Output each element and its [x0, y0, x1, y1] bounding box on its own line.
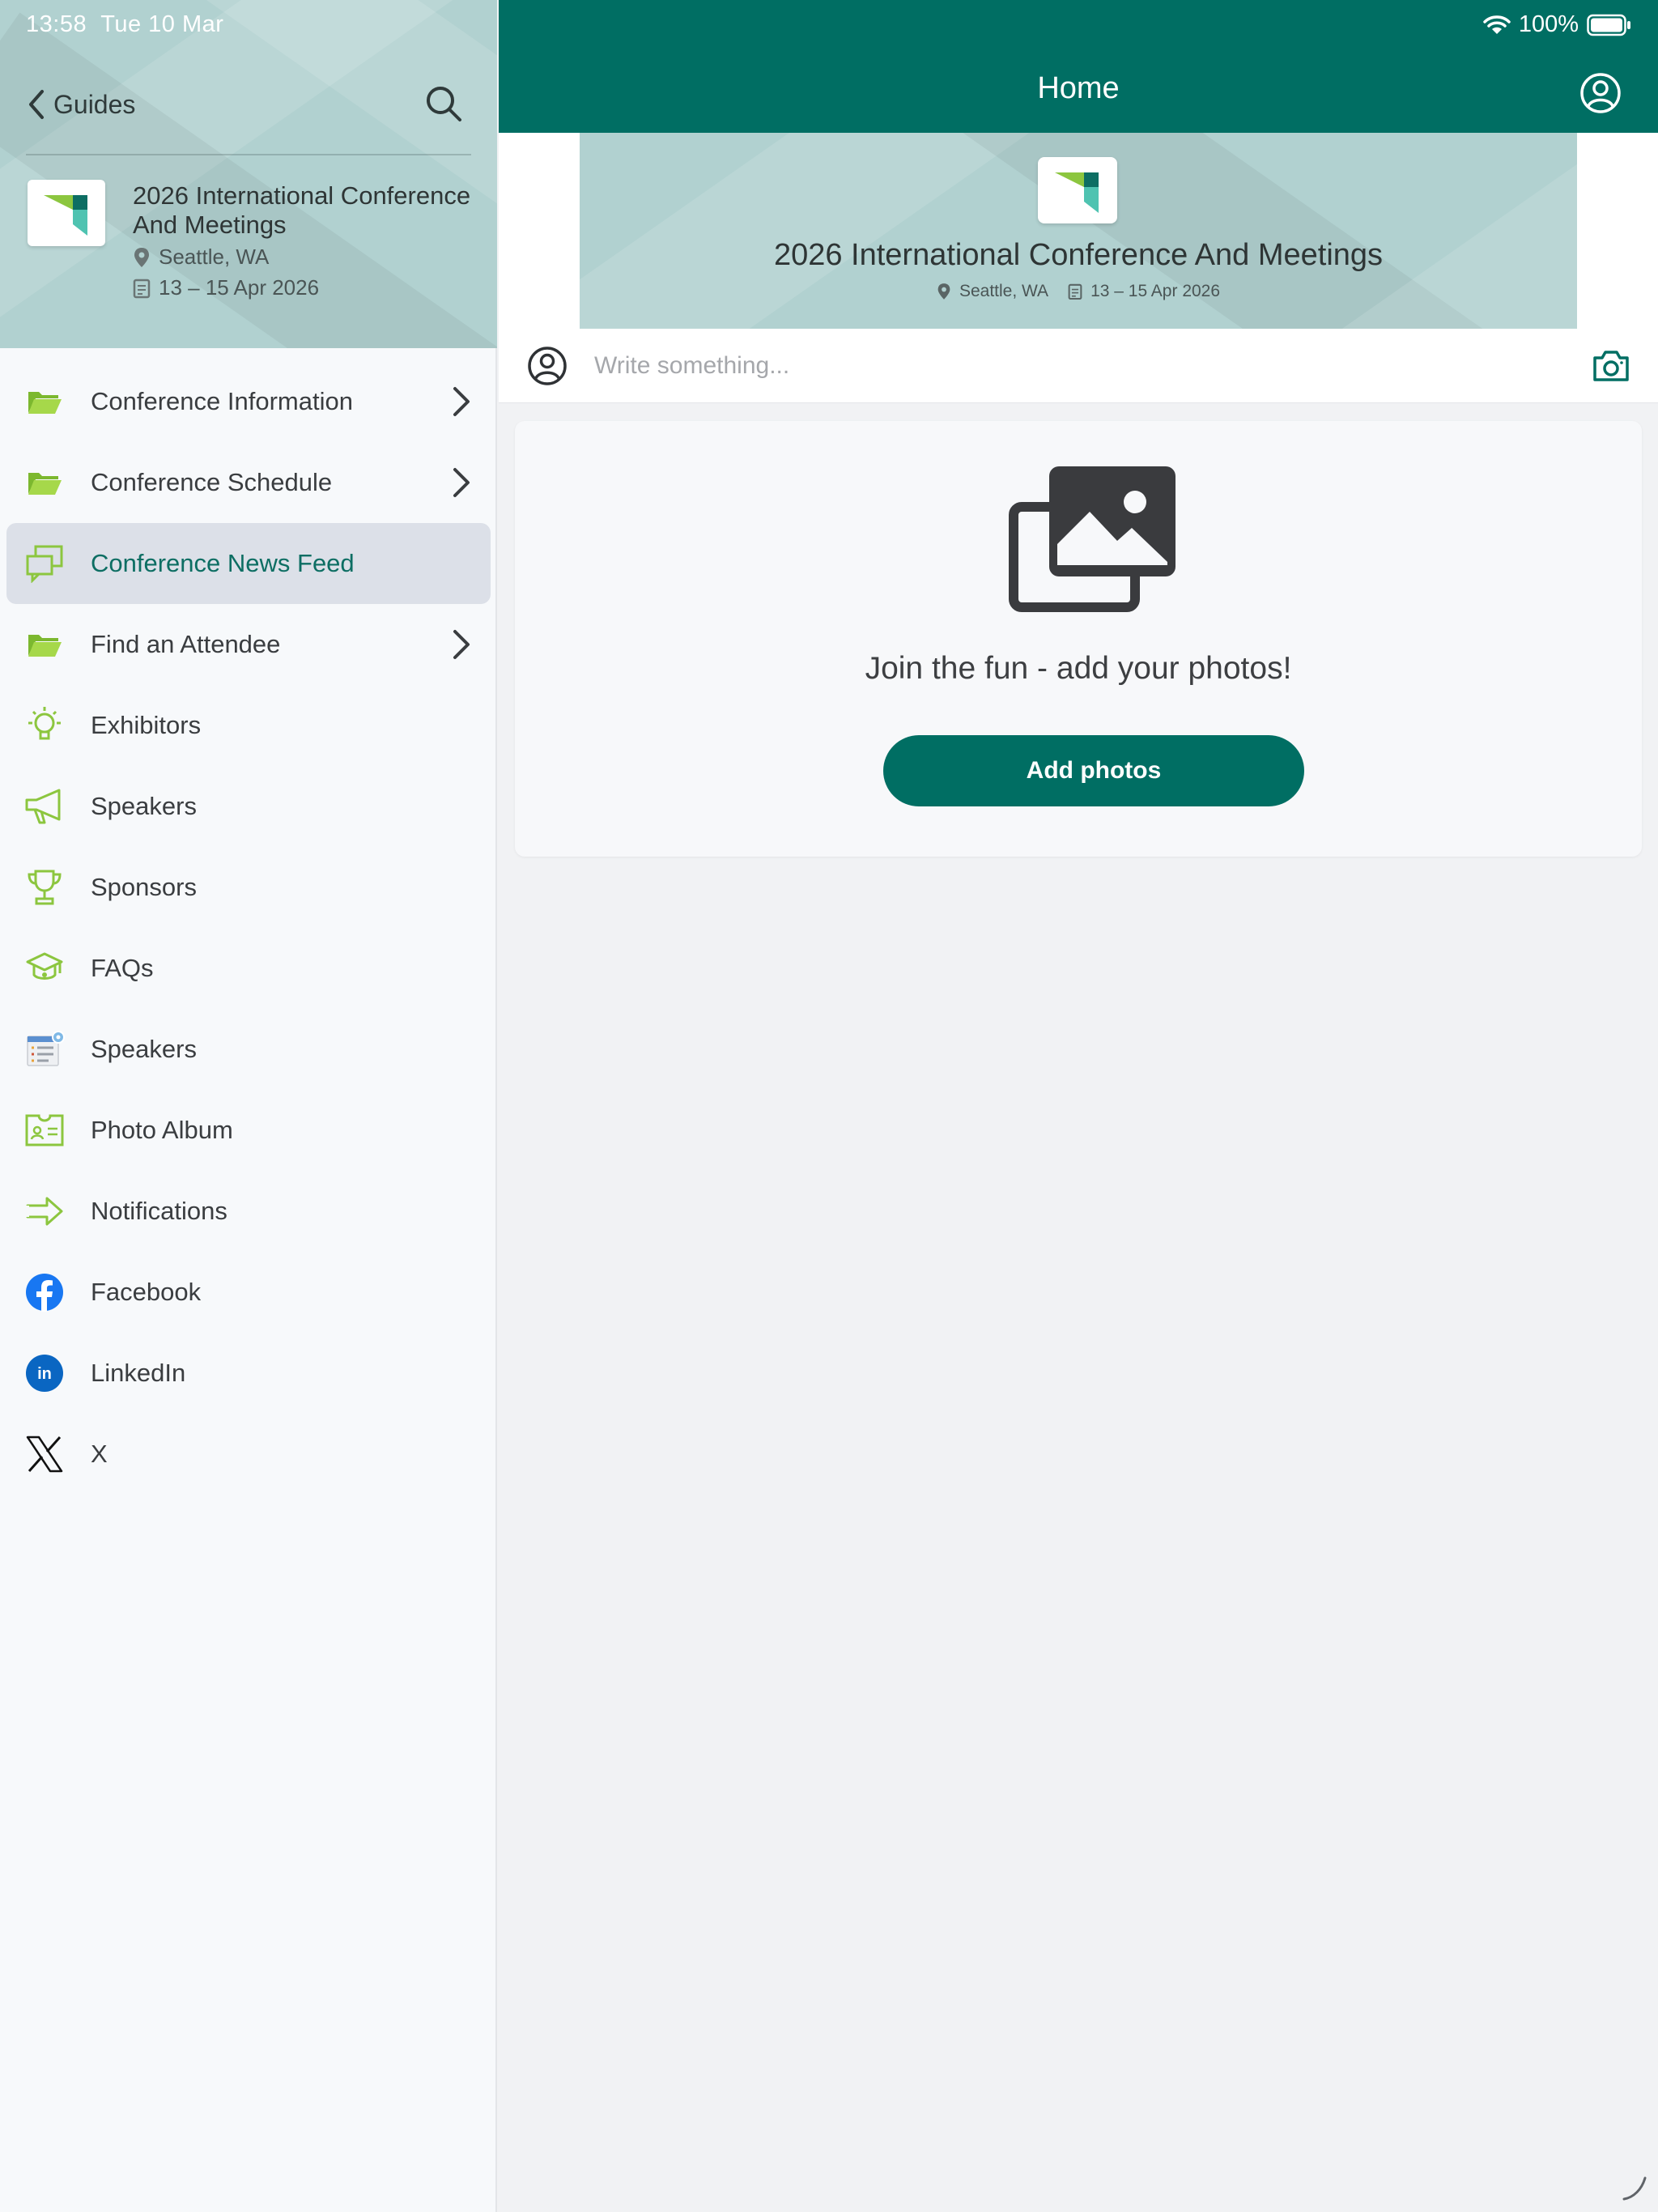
- chevron-right-icon: [453, 387, 470, 416]
- sidebar-item-label: LinkedIn: [91, 1359, 186, 1387]
- sidebar-item-label: Speakers: [91, 792, 197, 820]
- graduation-cap-icon: [23, 948, 66, 989]
- status-date: Tue 10 Mar: [100, 11, 224, 37]
- resize-handle-icon[interactable]: [1619, 2173, 1648, 2202]
- battery-icon: [1587, 14, 1630, 36]
- megaphone-icon: [23, 786, 66, 827]
- event-logo: [1038, 157, 1117, 223]
- chevron-right-icon: [453, 468, 470, 497]
- add-photos-button[interactable]: Add photos: [883, 735, 1304, 806]
- event-location-text: Seattle, WA: [959, 282, 1049, 300]
- event-banner: 2026 International Conference And Meetin…: [580, 133, 1577, 329]
- sidebar-item-label: Conference Schedule: [91, 468, 333, 496]
- back-button-label: Guides: [53, 89, 136, 119]
- battery-percent: 100%: [1518, 11, 1579, 37]
- trophy-icon: [23, 867, 66, 908]
- user-avatar-icon: [528, 347, 567, 385]
- sidebar-item-label: Conference Information: [91, 387, 353, 415]
- sidebar-item-find-an-attendee[interactable]: Find an Attendee: [0, 604, 497, 685]
- location-pin-icon: [134, 247, 149, 267]
- event-title: 2026 International Conference And Meetin…: [133, 181, 471, 239]
- arrow-right-icon: [23, 1191, 66, 1231]
- sidebar-item-label: Facebook: [91, 1278, 202, 1306]
- sidebar-item-label: Speakers: [91, 1035, 197, 1063]
- facebook-icon: [23, 1272, 66, 1312]
- folder-icon: [23, 381, 66, 422]
- event-logo: [28, 180, 105, 246]
- sidebar: 13:58 Tue 10 Mar Guides 2026 Internation…: [0, 0, 497, 2212]
- event-logo-mark: [44, 195, 87, 236]
- sidebar-item-label: Sponsors: [91, 873, 197, 901]
- sidebar-item-photo-album[interactable]: Photo Album: [0, 1090, 497, 1171]
- sidebar-item-facebook[interactable]: Facebook: [0, 1252, 497, 1333]
- sidebar-item-speakers-list[interactable]: Speakers: [0, 1009, 497, 1090]
- sidebar-item-conference-schedule[interactable]: Conference Schedule: [0, 442, 497, 523]
- event-dates: 13 – 15 Apr 2026: [1068, 282, 1220, 301]
- location-pin-icon: [937, 283, 950, 300]
- sidebar-item-label: Conference News Feed: [91, 549, 355, 577]
- event-location: Seattle, WA: [133, 245, 269, 270]
- sidebar-item-label: X: [91, 1440, 108, 1468]
- calendar-icon: [133, 279, 151, 298]
- x-logo-icon: [23, 1434, 66, 1474]
- event-location-text: Seattle, WA: [159, 245, 270, 269]
- post-input[interactable]: [594, 345, 1485, 387]
- wifi-icon: [1483, 15, 1511, 34]
- main-content: 100% Home 2026 International Conference …: [499, 0, 1658, 2212]
- header-divider: [26, 154, 471, 155]
- sidebar-item-notifications[interactable]: Notifications: [0, 1171, 497, 1252]
- event-dates: 13 – 15 Apr 2026: [133, 275, 319, 300]
- sidebar-item-linkedin[interactable]: in LinkedIn: [0, 1333, 497, 1414]
- post-composer: [499, 329, 1658, 403]
- event-meta: Seattle, WA 13 – 15 Apr 2026: [580, 282, 1577, 301]
- sidebar-item-label: Photo Album: [91, 1116, 233, 1144]
- linkedin-icon: in: [23, 1353, 66, 1393]
- status-time: 13:58: [26, 11, 87, 37]
- folder-icon: [23, 624, 66, 665]
- status-indicators: 100%: [1483, 11, 1632, 38]
- sidebar-item-faqs[interactable]: FAQs: [0, 928, 497, 1009]
- sidebar-item-label: Notifications: [91, 1197, 227, 1225]
- search-icon[interactable]: [421, 81, 466, 126]
- photo-prompt-message: Join the fun - add your photos!: [865, 651, 1292, 686]
- chevron-right-icon: [453, 630, 470, 659]
- lightbulb-icon: [23, 705, 66, 746]
- sidebar-item-sponsors[interactable]: Sponsors: [0, 847, 497, 928]
- event-banner-container: 2026 International Conference And Meetin…: [499, 133, 1658, 329]
- top-navigation-bar: 100% Home: [499, 0, 1658, 133]
- chevron-left-icon: [29, 90, 44, 119]
- sidebar-item-label: FAQs: [91, 954, 154, 982]
- calendar-icon: [1068, 283, 1082, 300]
- photo-gallery-icon: [1009, 466, 1175, 612]
- sidebar-nav: Conference Information Conference Schedu…: [0, 361, 497, 1495]
- svg-text:in: in: [37, 1365, 52, 1383]
- sidebar-item-label: Exhibitors: [91, 711, 202, 739]
- camera-icon[interactable]: [1592, 348, 1630, 384]
- id-card-icon: [23, 1110, 66, 1151]
- event-title: 2026 International Conference And Meetin…: [773, 238, 1384, 272]
- back-button[interactable]: Guides: [24, 84, 135, 125]
- sidebar-item-x[interactable]: X: [0, 1414, 497, 1495]
- event-dates-text: 13 – 15 Apr 2026: [1090, 282, 1221, 300]
- sidebar-event-header: 13:58 Tue 10 Mar Guides 2026 Internation…: [0, 0, 497, 348]
- sidebar-item-conference-information[interactable]: Conference Information: [0, 361, 497, 442]
- event-logo-mark: [1055, 172, 1099, 213]
- schedule-list-icon: [23, 1029, 66, 1070]
- sidebar-item-speakers[interactable]: Speakers: [0, 766, 497, 847]
- sidebar-item-exhibitors[interactable]: Exhibitors: [0, 685, 497, 766]
- folder-icon: [23, 462, 66, 503]
- sidebar-item-label: Find an Attendee: [91, 630, 281, 658]
- sidebar-item-conference-news-feed[interactable]: Conference News Feed: [0, 523, 497, 604]
- status-time-date: 13:58 Tue 10 Mar: [26, 11, 223, 38]
- chat-bubbles-icon: [23, 543, 66, 584]
- page-title: Home: [1037, 71, 1120, 105]
- event-location: Seattle, WA: [937, 282, 1048, 301]
- photo-prompt-card: Join the fun - add your photos! Add phot…: [515, 421, 1642, 857]
- profile-icon[interactable]: [1579, 71, 1622, 115]
- event-dates-text: 13 – 15 Apr 2026: [159, 275, 320, 300]
